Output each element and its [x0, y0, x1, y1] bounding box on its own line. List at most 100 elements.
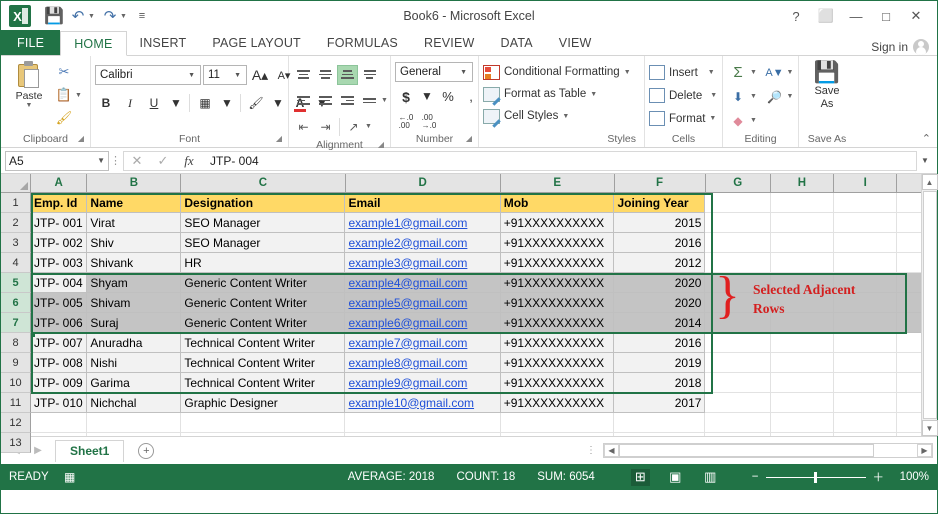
cell-a4[interactable]: JTP- 003 — [31, 253, 88, 273]
signin-area[interactable]: Sign in — [871, 39, 937, 55]
cell-a7[interactable]: JTP- 006 — [31, 313, 88, 333]
format-dropdown-icon[interactable]: ▼ — [709, 115, 716, 122]
cell-f12[interactable] — [614, 413, 706, 433]
sort-filter-dropdown-icon[interactable]: ▼ — [787, 69, 794, 76]
decrease-decimal-icon[interactable]: .00 →.0 — [418, 111, 440, 132]
horizontal-split-handle[interactable]: ⋮ — [586, 445, 597, 456]
vertical-scrollbar[interactable]: ▲ ▼ — [921, 174, 938, 436]
cell-f13[interactable] — [614, 433, 706, 436]
row-header-11[interactable]: 11 — [1, 393, 31, 413]
cell-b13[interactable] — [87, 433, 182, 436]
record-macro-icon[interactable]: ▦ — [61, 470, 79, 485]
cell-i2[interactable] — [834, 213, 898, 233]
normal-view-icon[interactable]: ⊞ — [630, 468, 650, 486]
cell-b9[interactable]: Nishi — [87, 353, 182, 373]
tab-data[interactable]: DATA — [487, 30, 545, 55]
cell-d4[interactable]: example3@gmail.com — [345, 253, 501, 273]
clipboard-dialog-launcher-icon[interactable]: ◢ — [78, 131, 84, 146]
cell-e9[interactable]: +91XXXXXXXXXX — [500, 353, 615, 373]
underline-button[interactable]: U — [143, 93, 165, 114]
cell-h2[interactable] — [770, 213, 835, 233]
conditional-formatting-button[interactable]: Conditional Formatting ▼ — [483, 62, 631, 82]
cell-h4[interactable] — [770, 253, 835, 273]
tab-page-layout[interactable]: PAGE LAYOUT — [199, 30, 314, 55]
cell-b4[interactable]: Shivank — [87, 253, 182, 273]
vertical-scroll-thumb[interactable] — [922, 191, 937, 419]
zoom-out-button[interactable]: − — [752, 471, 759, 483]
cell-c8[interactable]: Technical Content Writer — [181, 333, 346, 353]
copy-dropdown-icon[interactable]: ▼ — [75, 92, 82, 99]
cell-e7[interactable]: +91XXXXXXXXXX — [500, 313, 615, 333]
page-break-preview-icon[interactable]: ▥ — [701, 469, 720, 486]
font-dialog-launcher-icon[interactable]: ◢ — [276, 131, 282, 146]
borders-icon[interactable]: ▦ — [194, 93, 216, 114]
cell-f4[interactable]: 2012 — [614, 253, 706, 273]
autosum-button[interactable]: Σ ▼ — [727, 62, 758, 83]
cell-e2[interactable]: +91XXXXXXXXXX — [500, 213, 615, 233]
cell-g3[interactable] — [705, 233, 771, 253]
fill-dropdown-icon[interactable]: ▼ — [750, 93, 757, 100]
cell-g10[interactable] — [705, 373, 771, 393]
cell-c6[interactable]: Generic Content Writer — [181, 293, 346, 313]
cell-h8[interactable] — [770, 333, 835, 353]
column-header-a[interactable]: A — [31, 174, 88, 192]
row-header-13[interactable]: 13 — [1, 433, 31, 453]
align-bottom-icon[interactable] — [337, 64, 358, 85]
cell-d1[interactable]: Email — [345, 193, 501, 213]
clear-dropdown-icon[interactable]: ▼ — [750, 117, 757, 124]
font-name-dropdown-icon[interactable]: ▼ — [185, 72, 198, 79]
cell-f9[interactable]: 2019 — [614, 353, 706, 373]
cell-b7[interactable]: Suraj — [87, 313, 182, 333]
italic-button[interactable]: I — [119, 93, 141, 114]
collapse-ribbon-icon[interactable]: ⌃ — [922, 132, 931, 145]
cell-g11[interactable] — [705, 393, 771, 413]
minimize-button[interactable]: — — [841, 3, 871, 29]
redo-dropdown-icon[interactable]: ▼ — [120, 13, 129, 20]
cell-e1[interactable]: Mob — [500, 193, 615, 213]
cell-e10[interactable]: +91XXXXXXXXXX — [500, 373, 615, 393]
cell-e13[interactable] — [500, 433, 615, 436]
borders-dropdown-icon[interactable]: ▼ — [218, 93, 236, 114]
cell-c5[interactable]: Generic Content Writer — [181, 273, 346, 293]
align-middle-icon[interactable] — [315, 65, 336, 85]
merge-center-icon[interactable] — [359, 91, 380, 111]
cell-c2[interactable]: SEO Manager — [181, 213, 346, 233]
tab-home[interactable]: HOME — [60, 31, 127, 56]
cell-f2[interactable]: 2015 — [614, 213, 706, 233]
cell-a3[interactable]: JTP- 002 — [31, 233, 88, 253]
maximize-button[interactable]: □ — [871, 3, 901, 29]
cell-g9[interactable] — [705, 353, 771, 373]
cell-c4[interactable]: HR — [181, 253, 346, 273]
redo-icon[interactable]: ↷ — [99, 5, 121, 27]
conditional-formatting-dropdown-icon[interactable]: ▼ — [624, 69, 631, 76]
row-header-12[interactable]: 12 — [1, 413, 31, 433]
cell-e5[interactable]: +91XXXXXXXXXX — [500, 273, 615, 293]
cell-a6[interactable]: JTP- 005 — [31, 293, 88, 313]
cell-g8[interactable] — [705, 333, 771, 353]
selection-fill-handle[interactable] — [31, 332, 35, 337]
cell-i11[interactable] — [834, 393, 898, 413]
cell-i12[interactable] — [834, 413, 898, 433]
cut-button[interactable]: ✂ — [55, 62, 82, 82]
paste-button[interactable]: Paste ▼ — [5, 59, 53, 109]
underline-dropdown-icon[interactable]: ▼ — [167, 93, 185, 114]
insert-dropdown-icon[interactable]: ▼ — [708, 69, 715, 76]
cell-f10[interactable]: 2018 — [614, 373, 706, 393]
cell-d10[interactable]: example9@gmail.com — [345, 373, 501, 393]
cell-i10[interactable] — [834, 373, 898, 393]
undo-icon[interactable]: ↶ — [67, 5, 89, 27]
cell-f1[interactable]: Joining Year — [614, 193, 706, 213]
enter-formula-icon[interactable]: ✓ — [150, 151, 176, 170]
fill-button[interactable]: ⬇ ▼ — [727, 86, 758, 107]
row-header-1[interactable]: 1 — [1, 193, 31, 213]
cell-g2[interactable] — [705, 213, 771, 233]
cell-f8[interactable]: 2016 — [614, 333, 706, 353]
scroll-down-icon[interactable]: ▼ — [921, 420, 938, 436]
format-as-table-dropdown-icon[interactable]: ▼ — [590, 91, 597, 98]
add-sheet-icon[interactable]: + — [138, 442, 155, 459]
cell-a1[interactable]: Emp. Id — [31, 193, 88, 213]
close-button[interactable]: ✕ — [901, 3, 931, 29]
name-box-dropdown-icon[interactable]: ▼ — [97, 156, 105, 165]
cell-a11[interactable]: JTP- 010 — [31, 393, 88, 413]
orientation-dropdown-icon[interactable]: ▼ — [365, 123, 372, 130]
